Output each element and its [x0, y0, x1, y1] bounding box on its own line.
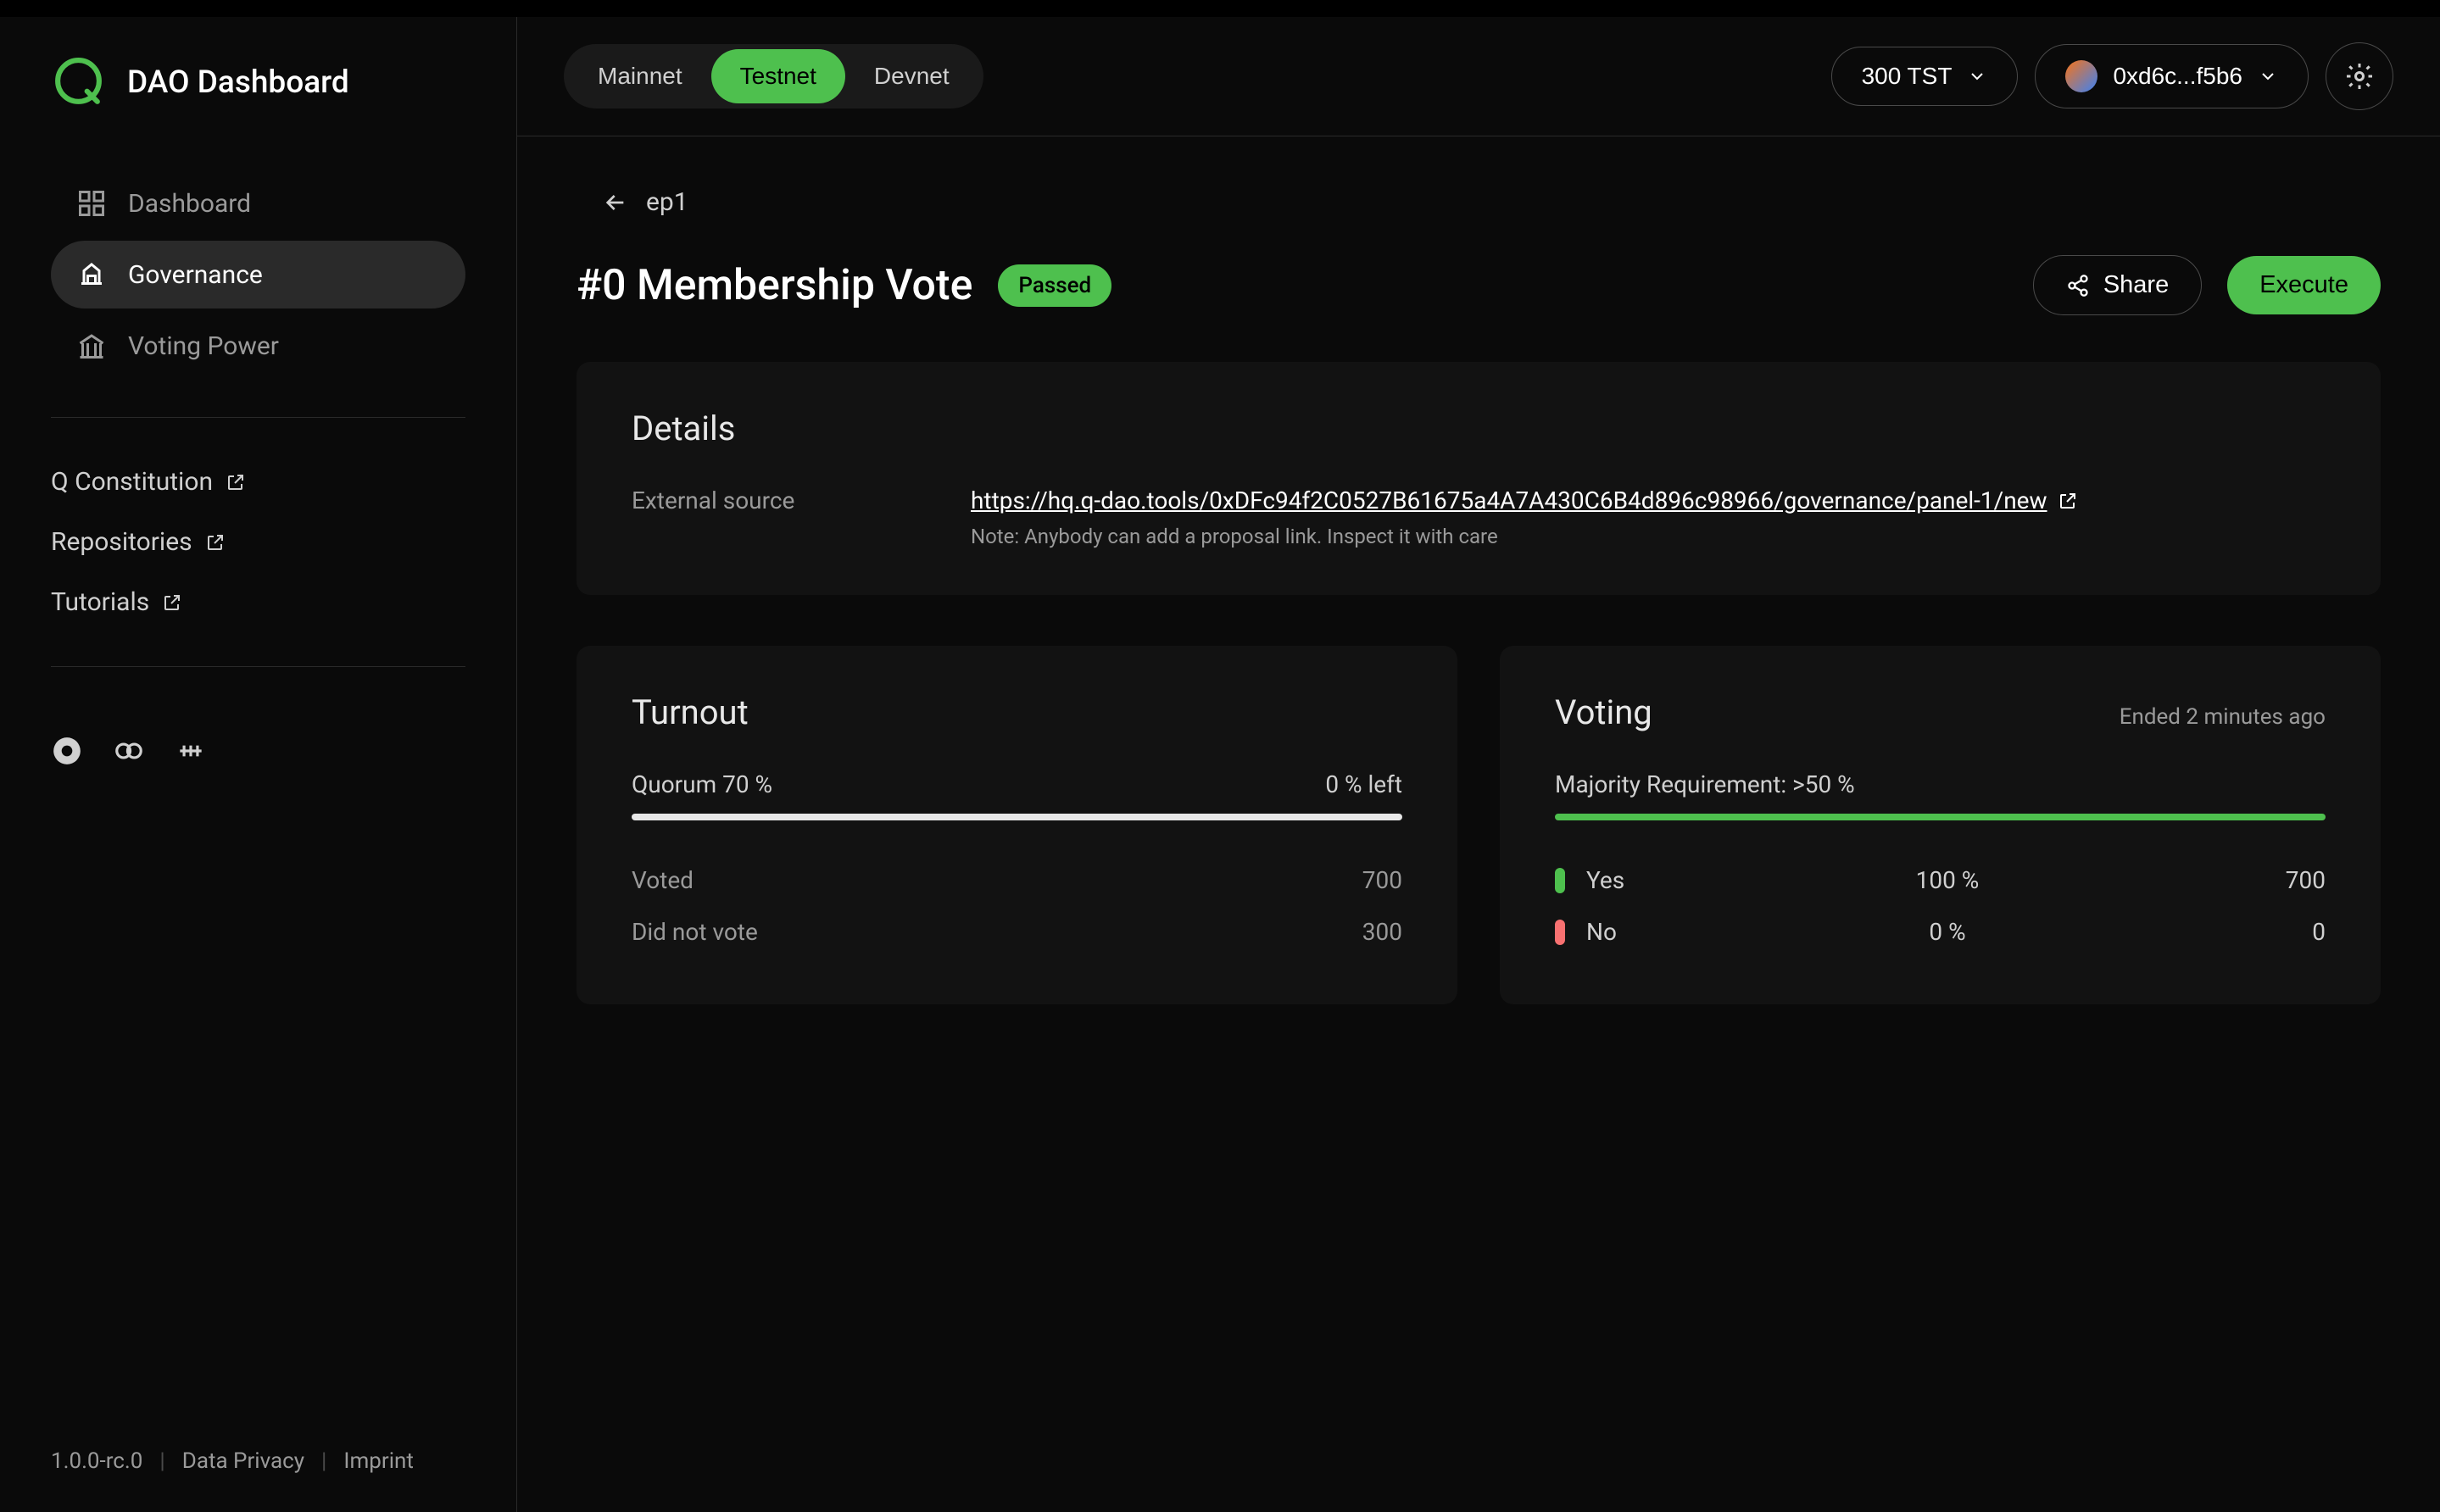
page-title: #0 Membership Vote	[577, 261, 972, 310]
voting-title: Voting	[1555, 692, 1652, 732]
voting-ended: Ended 2 minutes ago	[2120, 704, 2326, 730]
gear-icon	[2344, 61, 2375, 92]
divider	[51, 666, 465, 667]
voted-label: Voted	[632, 866, 694, 894]
divider	[51, 417, 465, 418]
chevron-down-icon	[2258, 66, 2278, 86]
execute-button[interactable]: Execute	[2227, 256, 2381, 314]
turnout-title: Turnout	[632, 692, 1402, 732]
network-mainnet[interactable]: Mainnet	[569, 49, 711, 103]
brand: DAO Dashboard	[51, 55, 465, 110]
main: Mainnet Testnet Devnet 300 TST 0xd6c...f…	[517, 17, 2440, 1512]
sidebar-item-voting-power[interactable]: Voting Power	[51, 312, 465, 380]
voting-progress-fill	[1555, 814, 2326, 820]
network-switcher: Mainnet Testnet Devnet	[564, 44, 983, 108]
notvoted-label: Did not vote	[632, 918, 758, 946]
social-links	[51, 735, 465, 767]
quorum-label: Quorum 70 %	[632, 770, 772, 798]
voted-value: 700	[1362, 866, 1402, 894]
details-card: Details External source https://hq.q-dao…	[577, 362, 2381, 595]
sidebar-item-governance[interactable]: Governance	[51, 241, 465, 309]
settings-button[interactable]	[2326, 42, 2393, 110]
external-icon	[226, 472, 246, 492]
vote-yes-label: Yes	[1586, 866, 1654, 894]
sidebar-item-label: Governance	[128, 260, 263, 290]
brand-name: DAO Dashboard	[127, 64, 349, 101]
turnout-progress	[632, 814, 1402, 820]
sidebar-item-label: Dashboard	[128, 189, 251, 219]
vote-yes-dot-icon	[1555, 868, 1565, 893]
vote-no-label: No	[1586, 918, 1654, 946]
voting-card: Voting Ended 2 minutes ago Majority Requ…	[1500, 646, 2381, 1004]
arrow-left-icon	[602, 189, 629, 216]
turnout-card: Turnout Quorum 70 % 0 % left Voted 700 D…	[577, 646, 1457, 1004]
vote-yes-row: Yes 100 % 700	[1555, 854, 2326, 906]
balance-button[interactable]: 300 TST	[1831, 47, 2019, 106]
external-link-label: Q Constitution	[51, 467, 213, 497]
vote-no-count: 0	[2241, 918, 2326, 946]
wallet-button[interactable]: 0xd6c...f5b6	[2035, 44, 2309, 108]
vote-no-pct: 0 %	[1675, 918, 2220, 946]
logo-icon	[51, 55, 106, 110]
social-icon-1[interactable]	[51, 735, 83, 767]
external-link-repositories[interactable]: Repositories	[51, 512, 465, 572]
external-link-label: Repositories	[51, 527, 192, 557]
status-badge: Passed	[998, 264, 1111, 307]
external-link-label: Tutorials	[51, 587, 149, 617]
external-source-label: External source	[632, 486, 852, 548]
balance-text: 300 TST	[1862, 63, 1953, 90]
vote-no-dot-icon	[1555, 920, 1565, 945]
external-link-tutorials[interactable]: Tutorials	[51, 572, 465, 632]
governance-icon	[76, 259, 107, 290]
external-link-constitution[interactable]: Q Constitution	[51, 452, 465, 512]
share-button[interactable]: Share	[2033, 255, 2202, 315]
share-icon	[2066, 274, 2090, 297]
details-title: Details	[632, 409, 2326, 448]
sidebar-item-dashboard[interactable]: Dashboard	[51, 170, 465, 237]
external-icon	[205, 532, 226, 553]
vote-yes-count: 700	[2241, 866, 2326, 894]
imprint-link[interactable]: Imprint	[343, 1448, 413, 1474]
version: 1.0.0-rc.0	[51, 1448, 142, 1474]
external-icon	[2058, 491, 2078, 511]
social-icon-3[interactable]	[175, 735, 207, 767]
turnout-progress-fill	[632, 814, 1402, 820]
footer-links: 1.0.0-rc.0 | Data Privacy | Imprint	[51, 1448, 465, 1474]
share-label: Share	[2103, 271, 2169, 299]
external-note: Note: Anybody can add a proposal link. I…	[971, 525, 2326, 548]
network-testnet[interactable]: Testnet	[711, 49, 845, 103]
topbar: Mainnet Testnet Devnet 300 TST 0xd6c...f…	[517, 17, 2440, 136]
external-url-text: https://hq.q-dao.tools/0xDFc94f2C0527B61…	[971, 486, 2047, 514]
data-privacy-link[interactable]: Data Privacy	[182, 1448, 304, 1474]
content: ep1 #0 Membership Vote Passed Share Exec…	[517, 136, 2440, 1055]
quorum-left: 0 % left	[1325, 770, 1402, 798]
title-row: #0 Membership Vote Passed Share Execute	[577, 255, 2381, 315]
execute-label: Execute	[2259, 271, 2348, 299]
breadcrumb-label: ep1	[646, 187, 688, 217]
external-icon	[162, 592, 182, 613]
wallet-address: 0xd6c...f5b6	[2113, 63, 2242, 90]
majority-label: Majority Requirement: >50 %	[1555, 770, 1855, 798]
breadcrumb[interactable]: ep1	[577, 187, 2381, 217]
chevron-down-icon	[1967, 66, 1987, 86]
external-source-link[interactable]: https://hq.q-dao.tools/0xDFc94f2C0527B61…	[971, 486, 2078, 514]
wallet-avatar-icon	[2065, 60, 2097, 92]
network-devnet[interactable]: Devnet	[845, 49, 978, 103]
dashboard-icon	[76, 188, 107, 219]
sidebar-item-label: Voting Power	[128, 331, 279, 361]
social-icon-2[interactable]	[113, 735, 145, 767]
voting-power-icon	[76, 331, 107, 361]
voting-progress	[1555, 814, 2326, 820]
vote-no-row: No 0 % 0	[1555, 906, 2326, 958]
sidebar: DAO Dashboard Dashboard Governance Votin…	[0, 17, 517, 1512]
notvoted-value: 300	[1362, 918, 1402, 946]
vote-yes-pct: 100 %	[1675, 866, 2220, 894]
